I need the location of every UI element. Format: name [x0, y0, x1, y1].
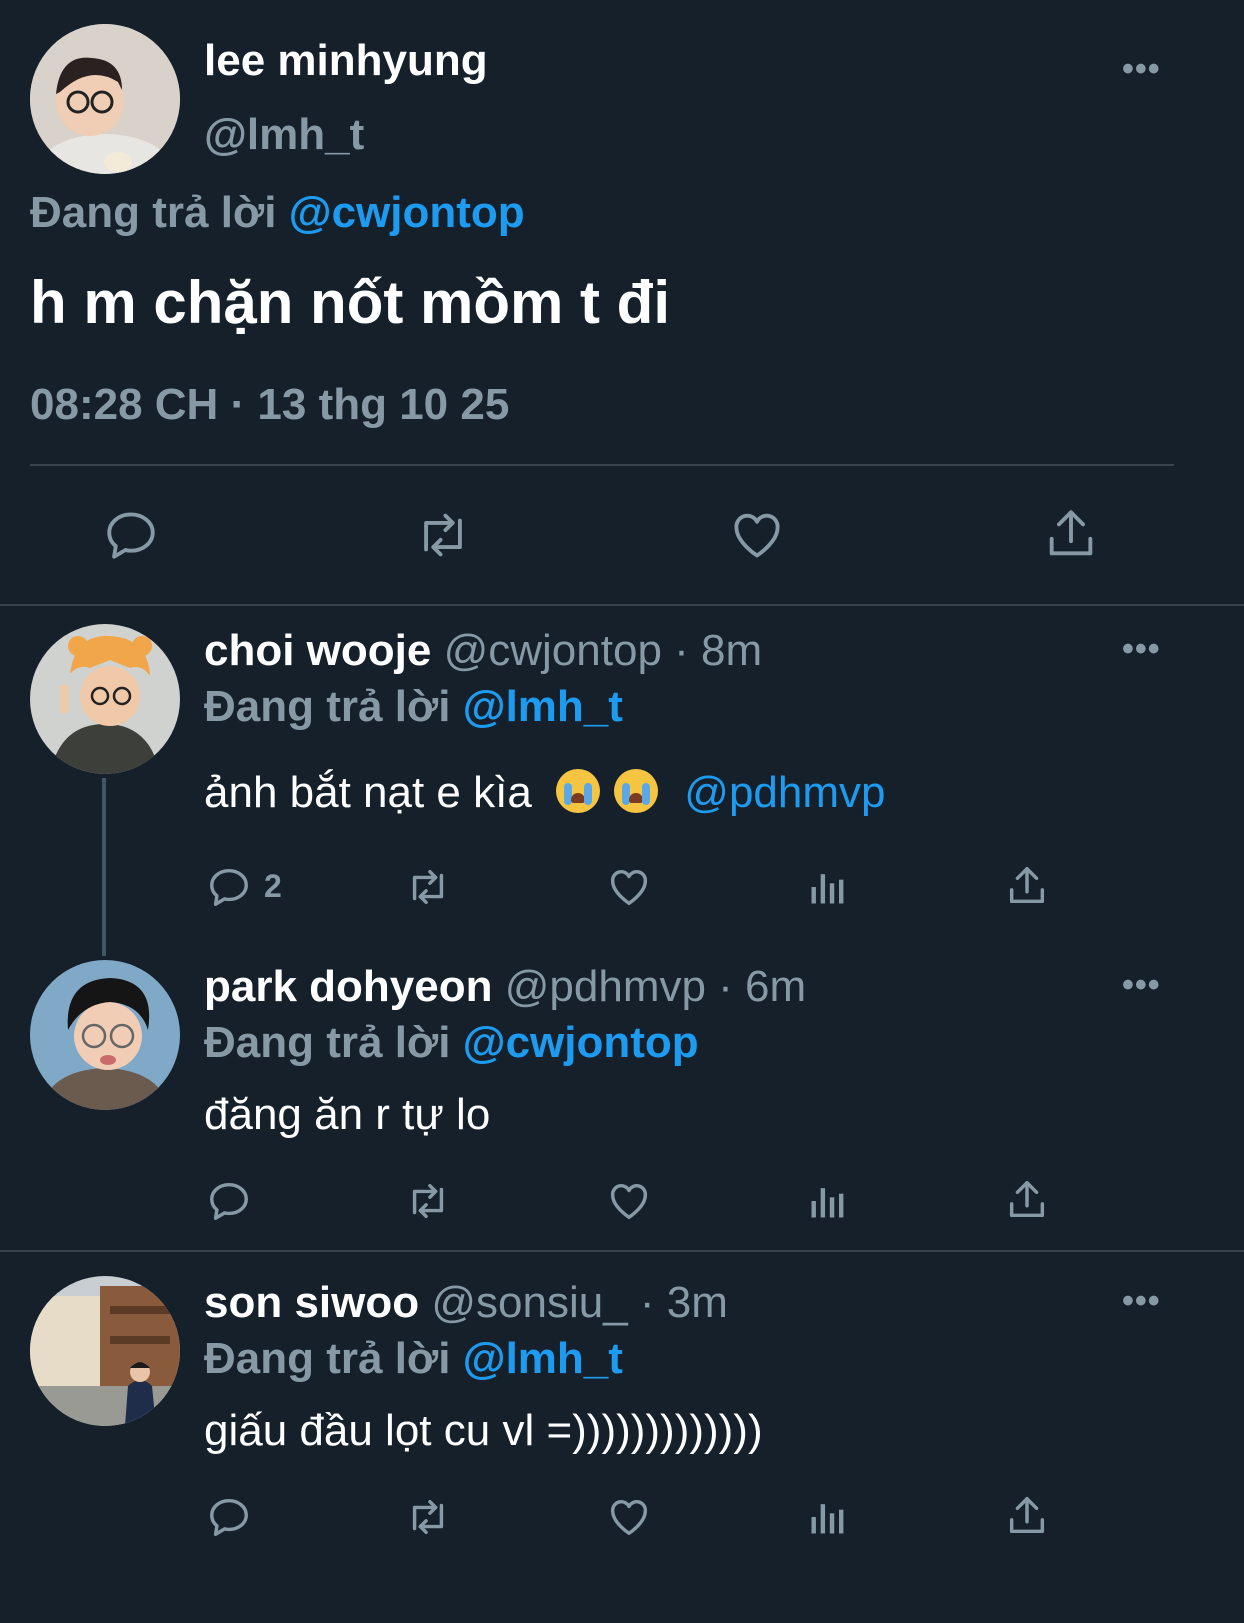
replying-to-link[interactable]: @cwjontop	[463, 1018, 699, 1067]
reply-text-content: ảnh bắt nạt e kìa	[204, 768, 532, 817]
thread-line	[102, 778, 106, 956]
replying-prefix: Đang trả lời	[204, 1018, 451, 1067]
loudly-crying-emoji	[556, 769, 601, 813]
reply-display-name[interactable]: park dohyeon	[204, 962, 493, 1011]
reply-icon[interactable]	[206, 1178, 252, 1224]
retweet-icon[interactable]	[412, 506, 474, 564]
divider	[30, 464, 1174, 466]
main-timestamp[interactable]: 08:28 CH · 13 thg 10 25	[30, 380, 509, 430]
reply-icon[interactable]	[206, 1494, 252, 1540]
like-icon[interactable]	[606, 864, 652, 910]
main-handle[interactable]: @lmh_t	[204, 110, 364, 160]
retweet-icon[interactable]	[402, 864, 454, 910]
avatar-son-siwoo[interactable]	[30, 1276, 180, 1426]
more-icon[interactable]: •••	[1122, 632, 1161, 666]
replying-to-link[interactable]: @cwjontop	[289, 188, 525, 237]
reply-replying-line: Đang trả lời @cwjontop	[204, 1018, 699, 1068]
reply-header: son siwoo @sonsiu_ · 3m	[204, 1278, 728, 1328]
reply-icon[interactable]	[102, 506, 160, 564]
share-icon[interactable]	[1004, 862, 1050, 910]
section-divider	[0, 604, 1244, 606]
reply-handle[interactable]: @sonsiu_	[431, 1278, 627, 1327]
replying-to-link[interactable]: @lmh_t	[463, 1334, 623, 1383]
mention-link[interactable]: @pdhmvp	[684, 768, 885, 817]
avatar-park-dohyeon[interactable]	[30, 960, 180, 1110]
main-display-name[interactable]: lee minhyung	[204, 36, 488, 86]
reply-time[interactable]: · 6m	[718, 962, 806, 1011]
reply-replying-line: Đang trả lời @lmh_t	[204, 682, 623, 732]
share-icon[interactable]	[1004, 1176, 1050, 1224]
reply-time[interactable]: · 3m	[640, 1278, 728, 1327]
reply-text: đăng ăn r tự lo	[204, 1090, 491, 1139]
section-divider	[0, 1250, 1244, 1252]
reply-time[interactable]: · 8m	[674, 626, 762, 675]
avatar-choi-wooje[interactable]	[30, 624, 180, 774]
reply-icon[interactable]	[206, 864, 252, 910]
views-icon[interactable]	[806, 1494, 850, 1540]
loudly-crying-emoji	[614, 769, 659, 813]
replying-to-link[interactable]: @lmh_t	[463, 682, 623, 731]
avatar-lee-minhyung[interactable]	[30, 24, 180, 174]
like-icon[interactable]	[606, 1494, 652, 1540]
reply-replying-line: Đang trả lời @lmh_t	[204, 1334, 623, 1384]
replying-prefix: Đang trả lời	[204, 682, 451, 731]
replying-prefix: Đang trả lời	[30, 188, 277, 237]
retweet-icon[interactable]	[402, 1494, 454, 1540]
reply-header: choi wooje @cwjontop · 8m	[204, 626, 762, 676]
reply-handle[interactable]: @cwjontop	[444, 626, 662, 675]
reply-text: giấu đầu lọt cu vl =)))))))))))))	[204, 1406, 763, 1455]
reply-handle[interactable]: @pdhmvp	[505, 962, 706, 1011]
more-icon[interactable]: •••	[1122, 1284, 1161, 1318]
reply-header: park dohyeon @pdhmvp · 6m	[204, 962, 806, 1012]
like-icon[interactable]	[728, 506, 786, 564]
reply-display-name[interactable]: choi wooje	[204, 626, 431, 675]
main-tweet-text: h m chặn nốt mồm t đi	[30, 269, 670, 336]
like-icon[interactable]	[606, 1178, 652, 1224]
reply-text: ảnh bắt nạt e kìa @pdhmvp	[204, 768, 885, 818]
retweet-icon[interactable]	[402, 1178, 454, 1224]
views-icon[interactable]	[806, 1178, 850, 1224]
reply-display-name[interactable]: son siwoo	[204, 1278, 419, 1327]
reply-count: 2	[264, 868, 282, 904]
views-icon[interactable]	[806, 864, 850, 910]
more-icon[interactable]: •••	[1122, 968, 1161, 1002]
main-replying-line: Đang trả lời @cwjontop	[30, 188, 525, 238]
share-icon[interactable]	[1042, 504, 1100, 564]
replying-prefix: Đang trả lời	[204, 1334, 451, 1383]
share-icon[interactable]	[1004, 1492, 1050, 1540]
more-icon[interactable]: •••	[1122, 52, 1161, 86]
